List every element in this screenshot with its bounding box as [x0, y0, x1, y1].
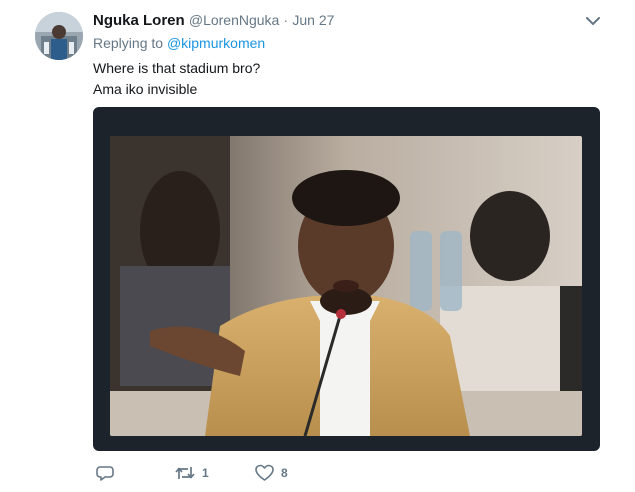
separator-dot: · — [283, 12, 289, 28]
photo-image — [110, 136, 582, 436]
more-options-button[interactable] — [584, 12, 602, 30]
tweet-text: Where is that stadium bro? Ama iko invis… — [93, 58, 260, 100]
tweet-header: Nguka Loren @LorenNguka · Jun 27 — [93, 11, 334, 30]
avatar-image — [35, 12, 83, 60]
tweet-timestamp[interactable]: Jun 27 — [292, 12, 334, 28]
chevron-down-icon — [586, 16, 600, 25]
retweet-count: 1 — [202, 466, 209, 480]
author-name[interactable]: Nguka Loren — [93, 12, 185, 29]
replying-prefix: Replying to — [93, 35, 164, 51]
tweet-text-line: Where is that stadium bro? — [93, 60, 261, 76]
reply-button[interactable] — [96, 462, 114, 484]
like-count: 8 — [281, 466, 288, 480]
replying-to: Replying to @kipmurkomen — [93, 35, 265, 51]
heart-icon — [255, 464, 274, 481]
tweet-text-line: Ama iko invisible — [93, 81, 198, 97]
author-handle[interactable]: @LorenNguka — [189, 12, 280, 28]
tweet[interactable]: Nguka Loren @LorenNguka · Jun 27 Replyin… — [0, 0, 635, 492]
replying-to-mention[interactable]: @kipmurkomen — [167, 35, 265, 51]
retweet-icon — [175, 467, 195, 479]
tweet-media[interactable] — [93, 107, 600, 451]
retweet-button[interactable]: 1 — [175, 462, 209, 484]
avatar[interactable] — [35, 12, 83, 60]
tweet-actions: 1 8 — [93, 462, 613, 484]
media-photo — [110, 136, 582, 436]
reply-icon — [96, 466, 114, 481]
like-button[interactable]: 8 — [255, 462, 288, 484]
